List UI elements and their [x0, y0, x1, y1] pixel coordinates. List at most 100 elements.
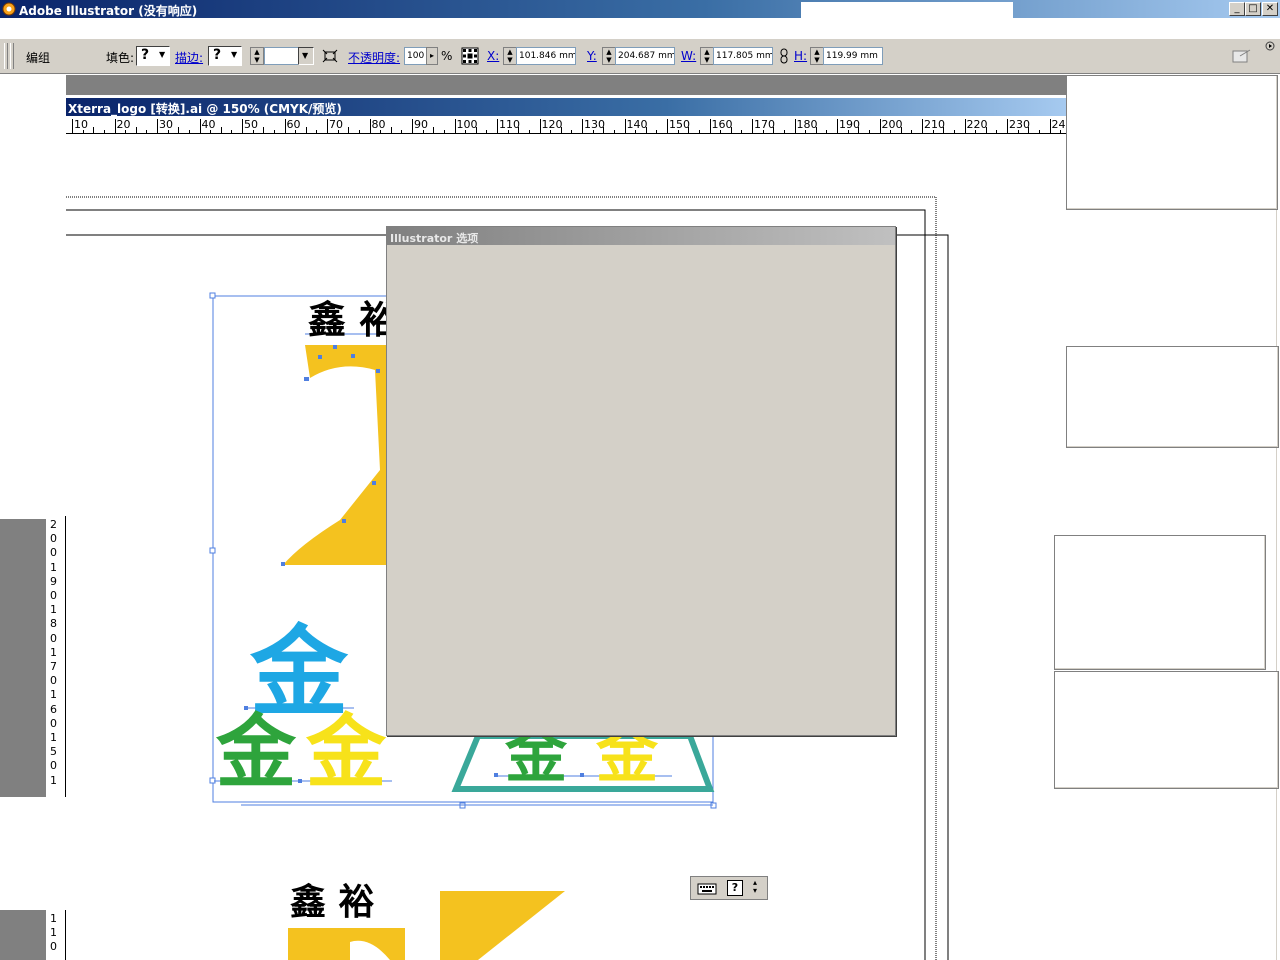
- ruler-minor-tick: [305, 127, 307, 133]
- h-label-link[interactable]: H:: [794, 49, 807, 63]
- palette-grip[interactable]: [4, 43, 8, 69]
- ruler-tick: [752, 119, 753, 133]
- ruler-label: 200: [881, 118, 903, 131]
- minimize-button[interactable]: _: [1229, 2, 1245, 16]
- x-input[interactable]: 101.846 mm: [516, 47, 576, 65]
- ruler-minor-tick: [348, 127, 350, 133]
- ruler-minor-tick: [220, 127, 222, 133]
- help-icon[interactable]: ?: [727, 880, 743, 896]
- fill-value: ?: [141, 47, 150, 63]
- chevron-down-icon: ▼: [159, 50, 166, 59]
- ruler-minor-tick: [475, 127, 477, 133]
- ruler-minor-tick: [93, 127, 95, 133]
- ruler-tick: [539, 119, 541, 133]
- ruler-tick: [1049, 119, 1051, 133]
- ruler-tick: [114, 119, 116, 133]
- keyboard-icon[interactable]: [697, 880, 717, 896]
- chevron-down-icon[interactable]: ▴ ▾: [753, 879, 757, 895]
- ruler-tick: [369, 119, 371, 133]
- palette-grip-2[interactable]: [10, 43, 14, 69]
- selection-handle[interactable]: [209, 547, 216, 554]
- ruler-minor-tick: [358, 130, 360, 133]
- ruler-minor-tick: [815, 127, 817, 133]
- stroke-weight-input[interactable]: [264, 47, 300, 65]
- x-logo-shape[interactable]: [283, 345, 386, 565]
- ruler-minor-tick: [401, 130, 403, 133]
- side-panel-2[interactable]: [1066, 346, 1279, 448]
- side-panel-1[interactable]: [1066, 75, 1278, 210]
- dialog-title-bar[interactable]: Illustrator 选项: [387, 227, 895, 245]
- ruler-tick: [794, 119, 796, 133]
- ruler-minor-tick: [188, 130, 190, 133]
- ruler-minor-tick: [135, 127, 137, 133]
- ruler-minor-tick: [592, 130, 594, 133]
- ruler-minor-tick: [337, 130, 339, 133]
- teal-trapezoid-frame[interactable]: [451, 733, 715, 792]
- link-proportions-icon[interactable]: [779, 48, 789, 64]
- ruler-minor-tick: [486, 130, 488, 133]
- illustrator-options-dialog[interactable]: Illustrator 选项: [386, 226, 896, 736]
- horizontal-ruler[interactable]: 10 20 30 40 50 60 70 80 90 100 110 120 130 140 150 160 1…: [66, 117, 1066, 134]
- close-button[interactable]: ✕: [1262, 2, 1278, 16]
- x-stepper[interactable]: ▲ ▼: [503, 47, 517, 65]
- ruler-minor-tick: [943, 127, 945, 133]
- opacity-arrow[interactable]: ▸: [426, 47, 438, 65]
- x-label-link[interactable]: X:: [487, 49, 499, 63]
- h-input[interactable]: 119.99 mm: [823, 47, 883, 65]
- w-label-link[interactable]: W:: [681, 49, 696, 63]
- ruler-minor-tick: [698, 130, 700, 133]
- ruler-minor-tick: [125, 130, 127, 133]
- ruler-minor-tick: [295, 130, 297, 133]
- ruler-label: 110: [499, 118, 520, 131]
- stroke-weight-stepper[interactable]: ▲ ▼: [250, 47, 264, 65]
- ruler-minor-tick: [911, 130, 913, 133]
- ruler-label: 130: [584, 118, 605, 131]
- ruler-minor-tick: [1060, 130, 1062, 133]
- reference-point-icon[interactable]: [461, 47, 479, 65]
- x-logo-shape-lower[interactable]: [440, 891, 565, 960]
- glyph-green[interactable]: 金: [215, 706, 297, 799]
- w-stepper[interactable]: ▲ ▼: [700, 47, 714, 65]
- ruler-label: 80: [371, 118, 386, 131]
- side-panel-3[interactable]: [1054, 535, 1266, 670]
- ruler-minor-tick: [433, 127, 435, 133]
- ruler-minor-tick: [730, 127, 732, 133]
- ruler-tick: [497, 119, 498, 133]
- ruler-minor-tick: [316, 130, 318, 133]
- stroke-weight-dropdown[interactable]: ▼: [298, 47, 314, 65]
- ruler-minor-tick: [518, 127, 520, 133]
- stroke-dropdown[interactable]: ? ▼: [208, 46, 242, 66]
- palette-dock-icon[interactable]: [1232, 48, 1252, 64]
- ruler-minor-tick: [146, 130, 148, 133]
- group-label: 编组: [26, 51, 51, 65]
- palette-menu-icon[interactable]: [1265, 41, 1275, 51]
- fill-dropdown[interactable]: ? ▼: [136, 46, 170, 66]
- logo-text-bottom[interactable]: 鑫 裕: [290, 882, 375, 923]
- h-stepper[interactable]: ▲ ▼: [810, 47, 824, 65]
- glyph-yellow[interactable]: 金: [305, 706, 387, 799]
- y-stepper[interactable]: ▲ ▼: [602, 47, 616, 65]
- side-panel-4[interactable]: [1054, 671, 1279, 789]
- y-input[interactable]: 204.687 mm: [615, 47, 675, 65]
- opacity-label-link[interactable]: 不透明度:: [348, 49, 400, 66]
- ruler-minor-tick: [762, 130, 764, 133]
- ruler-minor-tick: [635, 130, 637, 133]
- ruler-label: 160: [711, 118, 733, 131]
- ruler-minor-tick: [656, 130, 658, 133]
- ruler-minor-tick: [210, 130, 212, 133]
- document-title-bar[interactable]: Xterra_logo [转换].ai @ 150% (CMYK/预览): [66, 98, 1066, 116]
- ruler-minor-tick: [741, 130, 743, 133]
- brush-icon[interactable]: [322, 49, 338, 63]
- maximize-button[interactable]: □: [1245, 2, 1261, 16]
- ruler-minor-tick: [422, 130, 424, 133]
- y-label-link[interactable]: Y:: [587, 49, 597, 63]
- stroke-label-link[interactable]: 描边:: [175, 49, 203, 66]
- selection-handle[interactable]: [209, 292, 216, 299]
- w-input[interactable]: 117.805 mm: [713, 47, 773, 65]
- ruler-label: 20: [116, 118, 131, 131]
- logo-text-top[interactable]: 鑫 裕: [308, 298, 397, 342]
- ruler-minor-tick: [528, 130, 530, 133]
- control-palette: 编组 填色: ? ▼ 描边: ? ▼ ▲ ▼ ▼ 不透明度: 100 ▸ % X:…: [0, 38, 1280, 74]
- ruler-tick: [624, 119, 626, 133]
- x-logo-base-lower[interactable]: [288, 928, 405, 960]
